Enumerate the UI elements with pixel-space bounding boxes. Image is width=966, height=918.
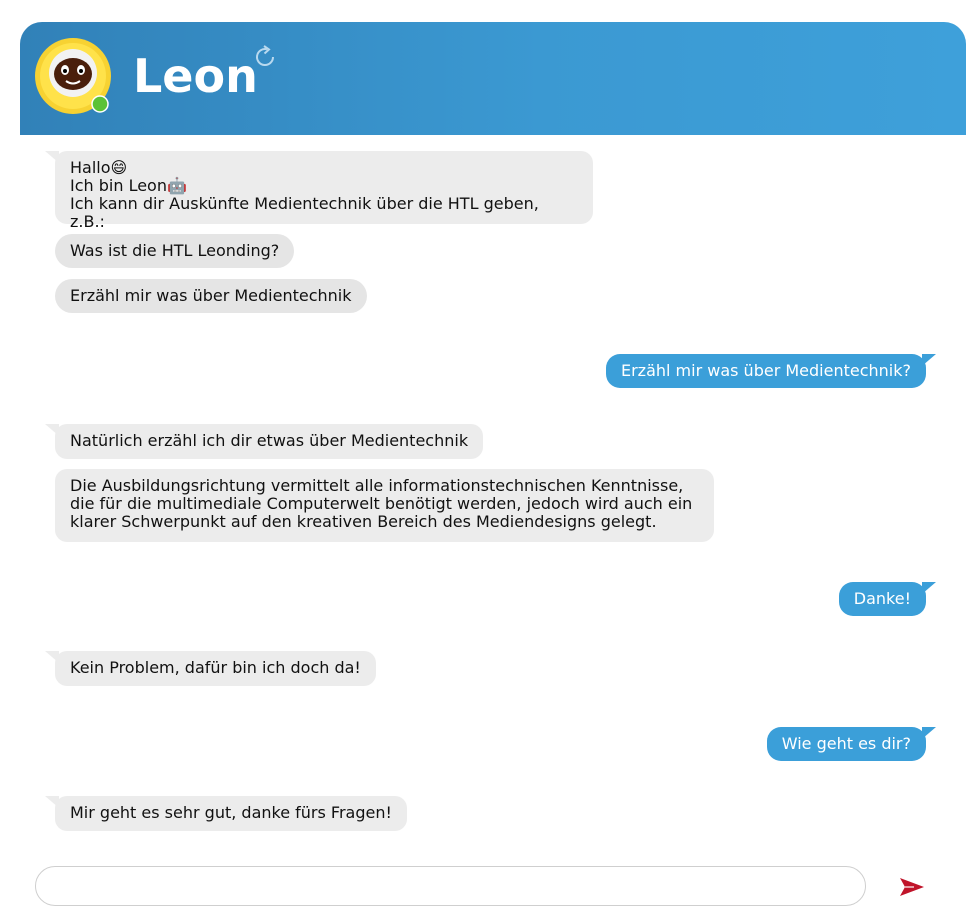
user-message: Erzähl mir was über Medientechnik? bbox=[605, 354, 937, 388]
message-input-container bbox=[35, 866, 866, 906]
send-icon[interactable] bbox=[898, 876, 926, 898]
robot-face-icon bbox=[35, 38, 111, 114]
bot-message: Kein Problem, dafür bin ich doch da! bbox=[45, 651, 376, 686]
suggestion-chip[interactable]: Was ist die HTL Leonding? bbox=[55, 234, 295, 268]
refresh-icon[interactable] bbox=[253, 44, 279, 70]
user-message: Danke! bbox=[838, 582, 937, 616]
online-status-dot bbox=[91, 95, 109, 113]
bot-message: Die Ausbildungsrichtung vermittelt alle … bbox=[55, 469, 714, 542]
message-input[interactable] bbox=[36, 867, 865, 905]
bot-message: Mir geht es sehr gut, danke fürs Fragen! bbox=[45, 796, 407, 831]
bot-message: Natürlich erzähl ich dir etwas über Medi… bbox=[44, 424, 484, 459]
chat-header: Leon bbox=[20, 22, 966, 135]
bot-name-title: Leon bbox=[133, 49, 258, 103]
suggestion-chip[interactable]: Erzähl mir was über Medientechnik bbox=[55, 279, 367, 313]
user-message: Wie geht es dir? bbox=[766, 727, 937, 761]
bot-message: Hallo😄 Ich bin Leon🤖 Ich kann dir Auskün… bbox=[45, 151, 593, 231]
